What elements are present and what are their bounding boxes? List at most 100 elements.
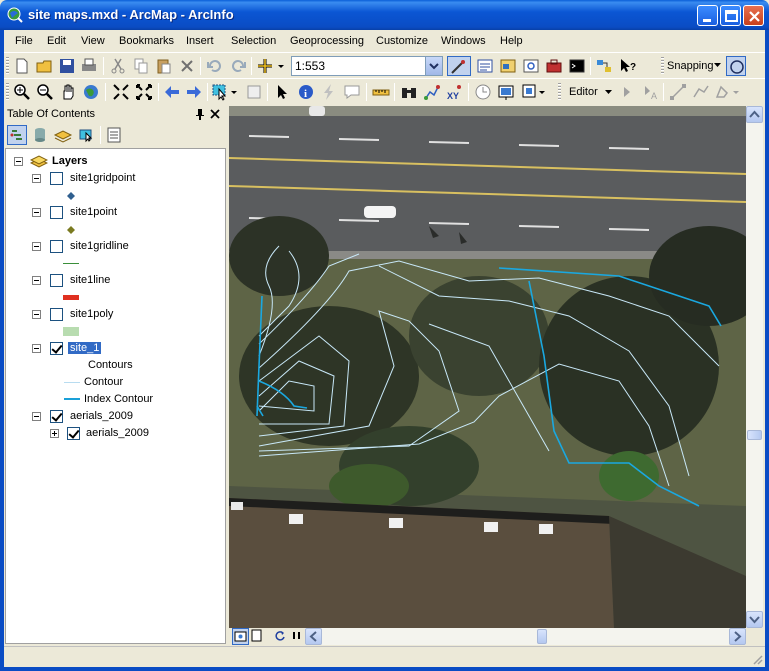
create-viewer-window-button[interactable] (496, 82, 516, 102)
whats-this-button[interactable]: ? (618, 56, 638, 76)
new-document-button[interactable] (12, 56, 32, 76)
fixed-zoom-out-button[interactable] (134, 82, 154, 102)
site1poly-visibility-checkbox[interactable] (50, 308, 63, 321)
collapse-site1gridpoint-toggle[interactable] (32, 174, 41, 183)
site1line-visibility-checkbox[interactable] (50, 274, 63, 287)
vertical-scroll-thumb[interactable] (747, 430, 762, 440)
horizontal-scroll-thumb[interactable] (537, 629, 547, 644)
find-button[interactable] (399, 82, 419, 102)
open-button[interactable] (35, 56, 55, 76)
collapse-site1line-toggle[interactable] (32, 276, 41, 285)
menu-view[interactable]: View (81, 35, 105, 47)
copy-button[interactable] (131, 56, 151, 76)
menu-help[interactable]: Help (500, 35, 523, 47)
go-back-extent-button[interactable] (162, 82, 182, 102)
list-by-source-button[interactable] (30, 125, 50, 145)
menu-selection[interactable]: Selection (231, 35, 276, 47)
menu-insert[interactable]: Insert (186, 35, 214, 47)
full-extent-button[interactable] (81, 82, 101, 102)
map-scale-combobox[interactable]: 1:553 (291, 56, 443, 76)
go-forward-extent-button[interactable] (184, 82, 204, 102)
menu-windows[interactable]: Windows (441, 35, 486, 47)
edit-tool-button[interactable] (617, 82, 637, 102)
collapse-site1point-toggle[interactable] (32, 208, 41, 217)
straight-segment-button[interactable] (668, 82, 688, 102)
collapse-site_1-toggle[interactable] (32, 344, 41, 353)
maximize-button[interactable] (720, 5, 741, 26)
python-window-button[interactable] (567, 56, 587, 76)
site_1-visibility-checkbox[interactable] (50, 342, 63, 355)
pin-icon[interactable] (195, 108, 205, 120)
save-button[interactable] (57, 56, 77, 76)
map-vertical-scrollbar[interactable] (746, 106, 763, 628)
point-snapping-toggle[interactable] (726, 56, 746, 76)
table-of-contents-button[interactable] (475, 56, 495, 76)
menu-geoprocessing[interactable]: Geoprocessing (290, 35, 364, 47)
identify-button[interactable]: i (296, 82, 316, 102)
fixed-zoom-in-button[interactable] (111, 82, 131, 102)
pan-button[interactable] (58, 82, 78, 102)
collapse-site1poly-toggle[interactable] (32, 310, 41, 319)
data-view-button[interactable] (232, 628, 249, 645)
resize-grip-icon[interactable] (751, 653, 763, 665)
list-by-visibility-button[interactable] (53, 125, 73, 145)
expand-aerials-sublayer-toggle[interactable] (50, 429, 59, 438)
list-by-selection-button[interactable] (76, 125, 96, 145)
arctoolbox-button[interactable] (544, 56, 564, 76)
list-by-drawing-order-button[interactable] (7, 125, 27, 145)
trace-button[interactable] (691, 82, 711, 102)
toolbar-grip[interactable] (661, 57, 664, 75)
catalog-window-button[interactable] (498, 56, 518, 76)
select-features-button[interactable] (211, 82, 239, 102)
map-horizontal-scrollbar[interactable] (305, 628, 746, 645)
map-display[interactable] (229, 106, 746, 628)
aerials_2009-visibility-checkbox[interactable] (50, 410, 63, 423)
menu-edit[interactable]: Edit (47, 35, 66, 47)
print-button[interactable] (79, 56, 99, 76)
aerials-sublayer-visibility-checkbox[interactable] (67, 427, 80, 440)
add-data-button[interactable] (256, 56, 286, 76)
construction-tools-button[interactable] (714, 82, 742, 102)
scroll-right-button[interactable] (729, 628, 746, 645)
snapping-menu[interactable]: Snapping (667, 60, 714, 72)
collapse-site1gridline-toggle[interactable] (32, 242, 41, 251)
undo-button[interactable] (205, 56, 225, 76)
site1gridpoint-visibility-checkbox[interactable] (50, 172, 63, 185)
editor-menu[interactable]: Editor (569, 86, 598, 98)
scroll-down-button[interactable] (746, 611, 763, 628)
layer-swipe-button[interactable] (520, 82, 548, 102)
collapse-aerials_2009-toggle[interactable] (32, 412, 41, 421)
zoom-out-button[interactable] (35, 82, 55, 102)
find-route-button[interactable] (422, 82, 442, 102)
time-slider-button[interactable] (473, 82, 493, 102)
edit-annotation-button[interactable]: A (640, 82, 660, 102)
clear-selection-button[interactable] (244, 82, 264, 102)
scale-dropdown-button[interactable] (425, 57, 442, 75)
redo-button[interactable] (228, 56, 248, 76)
hyperlink-button[interactable] (319, 82, 339, 102)
html-popup-button[interactable] (342, 82, 362, 102)
collapse-layers-toggle[interactable] (14, 157, 23, 166)
toolbar-grip[interactable] (558, 83, 561, 101)
layout-view-button[interactable] (249, 628, 266, 645)
refresh-button[interactable] (272, 628, 289, 645)
editor-toolbar-toggle[interactable] (447, 56, 471, 76)
toc-options-button[interactable] (104, 125, 124, 145)
site1point-visibility-checkbox[interactable] (50, 206, 63, 219)
toolbar-grip[interactable] (6, 57, 9, 75)
site1gridline-visibility-checkbox[interactable] (50, 240, 63, 253)
select-elements-button[interactable] (272, 82, 292, 102)
toolbar-grip[interactable] (6, 83, 9, 101)
close-button[interactable] (743, 5, 764, 26)
pause-drawing-button[interactable] (289, 628, 306, 645)
menu-bookmarks[interactable]: Bookmarks (119, 35, 174, 47)
menu-file[interactable]: File (15, 35, 33, 47)
minimize-button[interactable] (697, 5, 718, 26)
scroll-left-button[interactable] (305, 628, 322, 645)
search-window-button[interactable] (521, 56, 541, 76)
menu-customize[interactable]: Customize (376, 35, 428, 47)
scroll-up-button[interactable] (746, 106, 763, 123)
zoom-in-button[interactable] (12, 82, 32, 102)
paste-button[interactable] (154, 56, 174, 76)
go-to-xy-button[interactable]: XY (445, 82, 465, 102)
